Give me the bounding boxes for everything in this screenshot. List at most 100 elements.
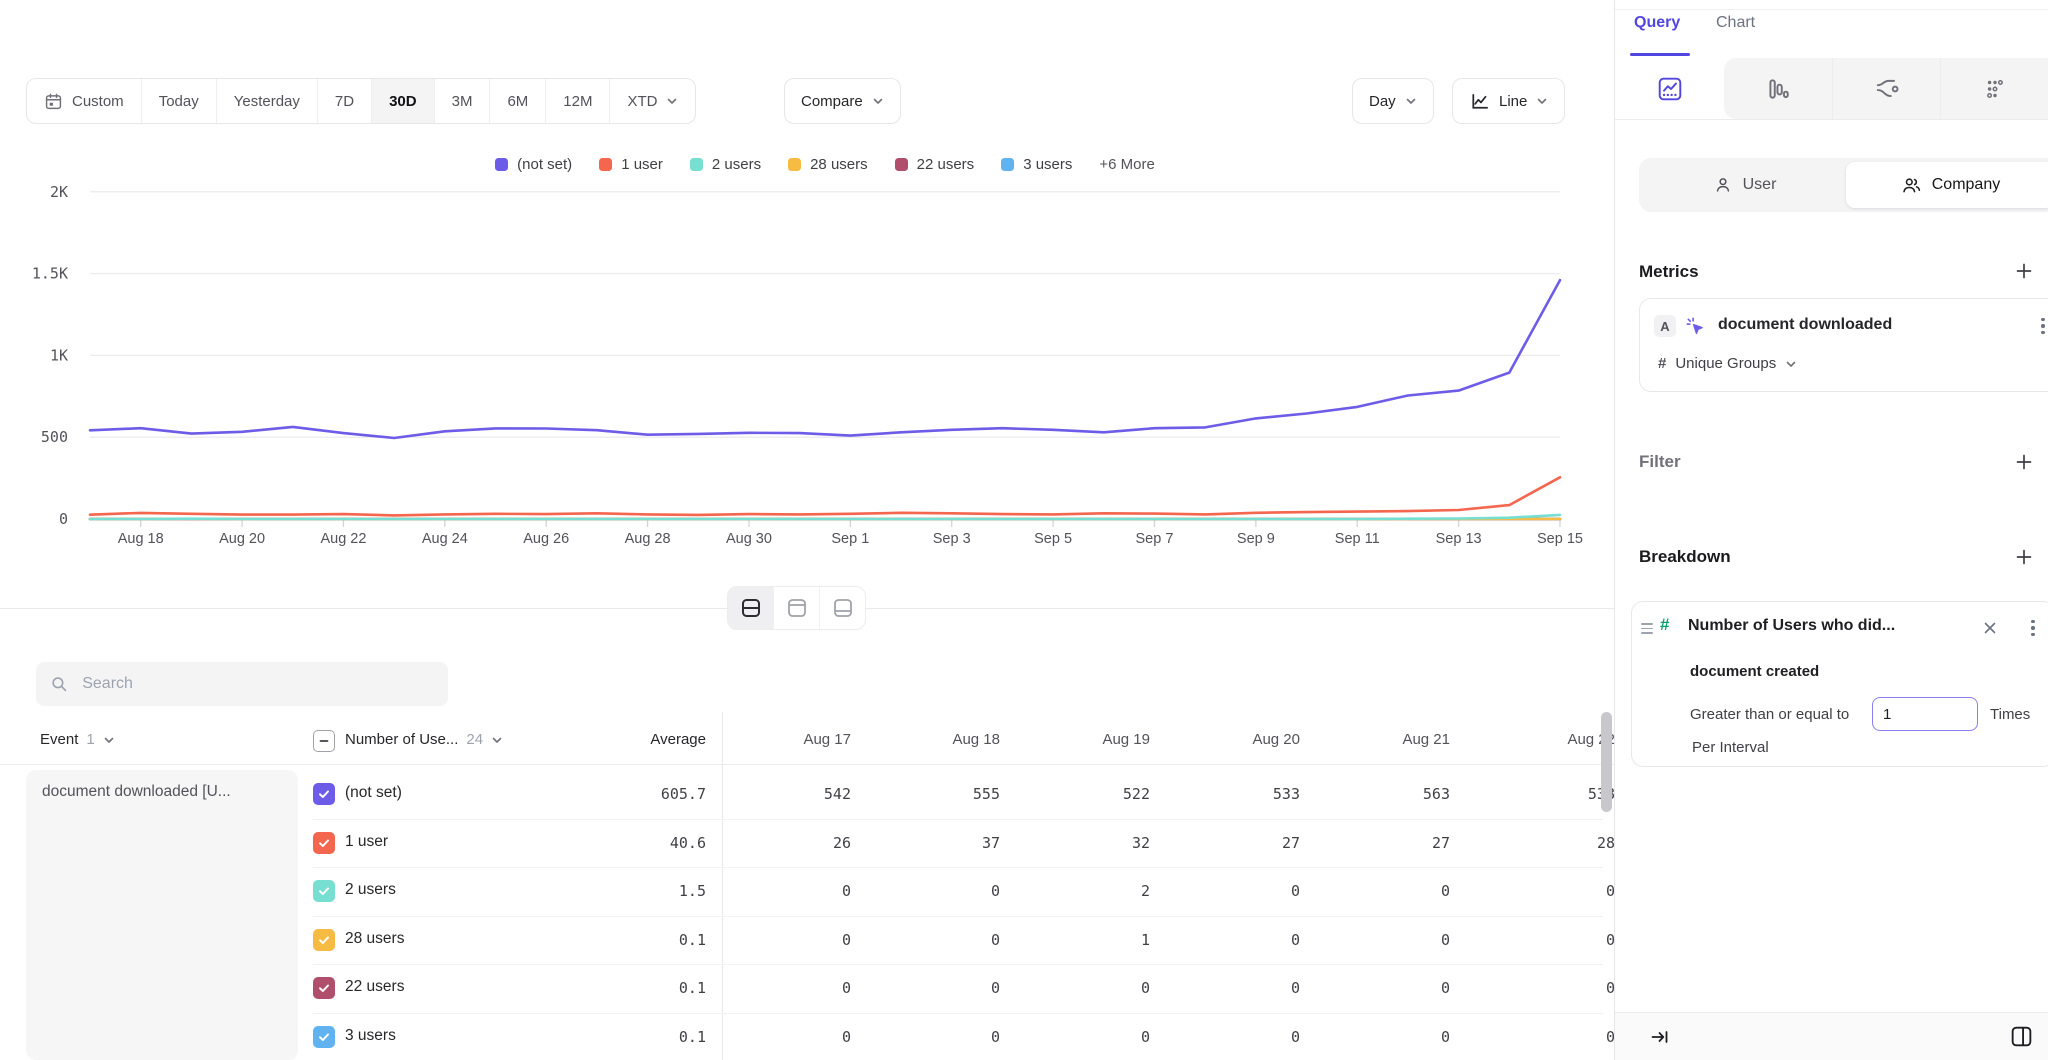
tab-query[interactable]: Query [1634,14,1680,32]
remove-breakdown-button[interactable] [1980,618,2000,638]
sidebar-layout-icon [2009,1024,2034,1049]
calendar-icon [44,92,63,111]
breakdown-per-interval-label: Per Interval [1692,739,1769,756]
panel-footer [1615,1012,2048,1060]
breakdown-unit-label: Times [1990,706,2030,723]
row-divider [313,916,1603,917]
interval-button[interactable]: Day [1352,78,1434,124]
row-checkbox[interactable] [313,929,335,951]
breakdown-value-input[interactable] [1872,697,1978,731]
range-button-yesterday[interactable]: Yesterday [216,79,317,123]
table-cell: 522 [1000,785,1150,803]
layout-top-button[interactable] [773,587,819,629]
entity-user-option[interactable]: User [1643,162,1846,208]
select-all-checkbox[interactable] [313,730,335,752]
line-chart-icon [1469,91,1490,112]
average-value: 0.1 [556,979,706,997]
table-cell: 0 [1300,979,1450,997]
event-name-cell[interactable]: document downloaded [U... [26,770,298,1060]
chart-type-button[interactable]: Line [1452,78,1565,124]
metric-card[interactable]: A document downloaded # Unique Groups [1639,298,2048,392]
flow-sankey-icon [1874,76,1900,102]
range-button-7d[interactable]: 7D [317,79,371,123]
check-icon [317,1030,331,1044]
collapse-panel-button[interactable] [1649,1026,1671,1048]
table-cell: 542 [701,785,851,803]
average-value: 40.6 [556,834,706,852]
average-value: 0.1 [556,1028,706,1046]
range-button-3m[interactable]: 3M [434,79,490,123]
average-value: 1.5 [556,882,706,900]
layout-split-button[interactable] [728,587,773,629]
table-cell: 0 [1465,931,1614,949]
toggle-sidebar-button[interactable] [2009,1024,2034,1049]
drag-handle-icon[interactable] [1641,623,1653,634]
entity-company-option[interactable]: Company [1846,162,2048,208]
svg-text:2K: 2K [50,183,68,201]
table-cell: 0 [1150,1028,1300,1046]
metric-badge: A [1654,315,1676,337]
plus-icon [2015,262,2033,280]
user-icon [1713,175,1733,195]
range-label: 7D [335,93,354,110]
range-button-today[interactable]: Today [141,79,216,123]
search-input[interactable] [80,674,434,694]
add-filter-button[interactable] [2011,449,2037,475]
add-breakdown-button[interactable] [2011,544,2037,570]
row-checkbox[interactable] [313,977,335,999]
chart-type-flow-tab[interactable] [1832,58,1941,119]
breakdown-card[interactable]: # Number of Users who did... document cr… [1631,601,2048,767]
range-button-xtd[interactable]: XTD [609,79,695,123]
metric-menu-button[interactable] [2034,315,2048,337]
plus-icon [2015,548,2033,566]
breakdown-property-name: Number of Users who did... [1688,617,1895,635]
top-view-icon [786,597,808,619]
date-column-header: Aug 17 [701,731,851,748]
row-label: 22 users [345,978,404,996]
table-cell: 32 [1000,834,1150,852]
event-count: 1 [86,731,94,748]
table-cell: 0 [1300,1028,1450,1046]
table-header-border [0,764,1614,765]
table-scrollbar[interactable] [1601,712,1612,812]
table-cell: 0 [850,931,1000,949]
range-label: 3M [452,93,473,110]
row-checkbox[interactable] [313,783,335,805]
aggregation-prefix: # [1658,355,1666,372]
panel-top-divider [1615,9,2048,10]
chart-type-bar-tab[interactable] [1724,58,1832,119]
svg-text:Sep 13: Sep 13 [1436,531,1482,547]
table-cell: 0 [701,882,851,900]
row-checkbox[interactable] [313,1026,335,1048]
row-checkbox[interactable] [313,880,335,902]
active-tab-underline [1630,53,1690,56]
svg-text:Aug 18: Aug 18 [118,531,164,547]
range-button-30d[interactable]: 30D [371,79,434,123]
event-selector-label: Event [40,731,78,748]
event-selector[interactable]: Event 1 [40,731,115,748]
row-checkbox[interactable] [313,832,335,854]
row-label: 1 user [345,833,388,851]
range-label: Custom [72,93,124,110]
range-button-12m[interactable]: 12M [545,79,609,123]
table-cell: 26 [701,834,851,852]
chart-type-line-tab[interactable] [1615,58,1724,119]
table-cell: 0 [1300,931,1450,949]
compare-label: Compare [801,93,863,110]
svg-text:1K: 1K [50,346,68,364]
compare-button[interactable]: Compare [784,78,901,124]
breakdown-menu-button[interactable] [2024,617,2042,639]
metric-aggregation-selector[interactable]: # Unique Groups [1658,355,1797,372]
metric-event-name: document downloaded [1718,316,1892,334]
range-button-6m[interactable]: 6M [489,79,545,123]
table-cell: 0 [701,931,851,949]
group-column-selector[interactable]: Number of Use... 24 [345,731,503,748]
tab-chart[interactable]: Chart [1716,14,1755,32]
range-button-custom[interactable]: Custom [27,79,141,123]
average-column-header: Average [556,731,706,748]
layout-bottom-button[interactable] [819,587,865,629]
search-box[interactable] [36,662,448,706]
svg-text:Sep 5: Sep 5 [1034,531,1072,547]
add-metric-button[interactable] [2011,258,2037,284]
chart-type-dots-tab[interactable] [1940,58,2048,119]
